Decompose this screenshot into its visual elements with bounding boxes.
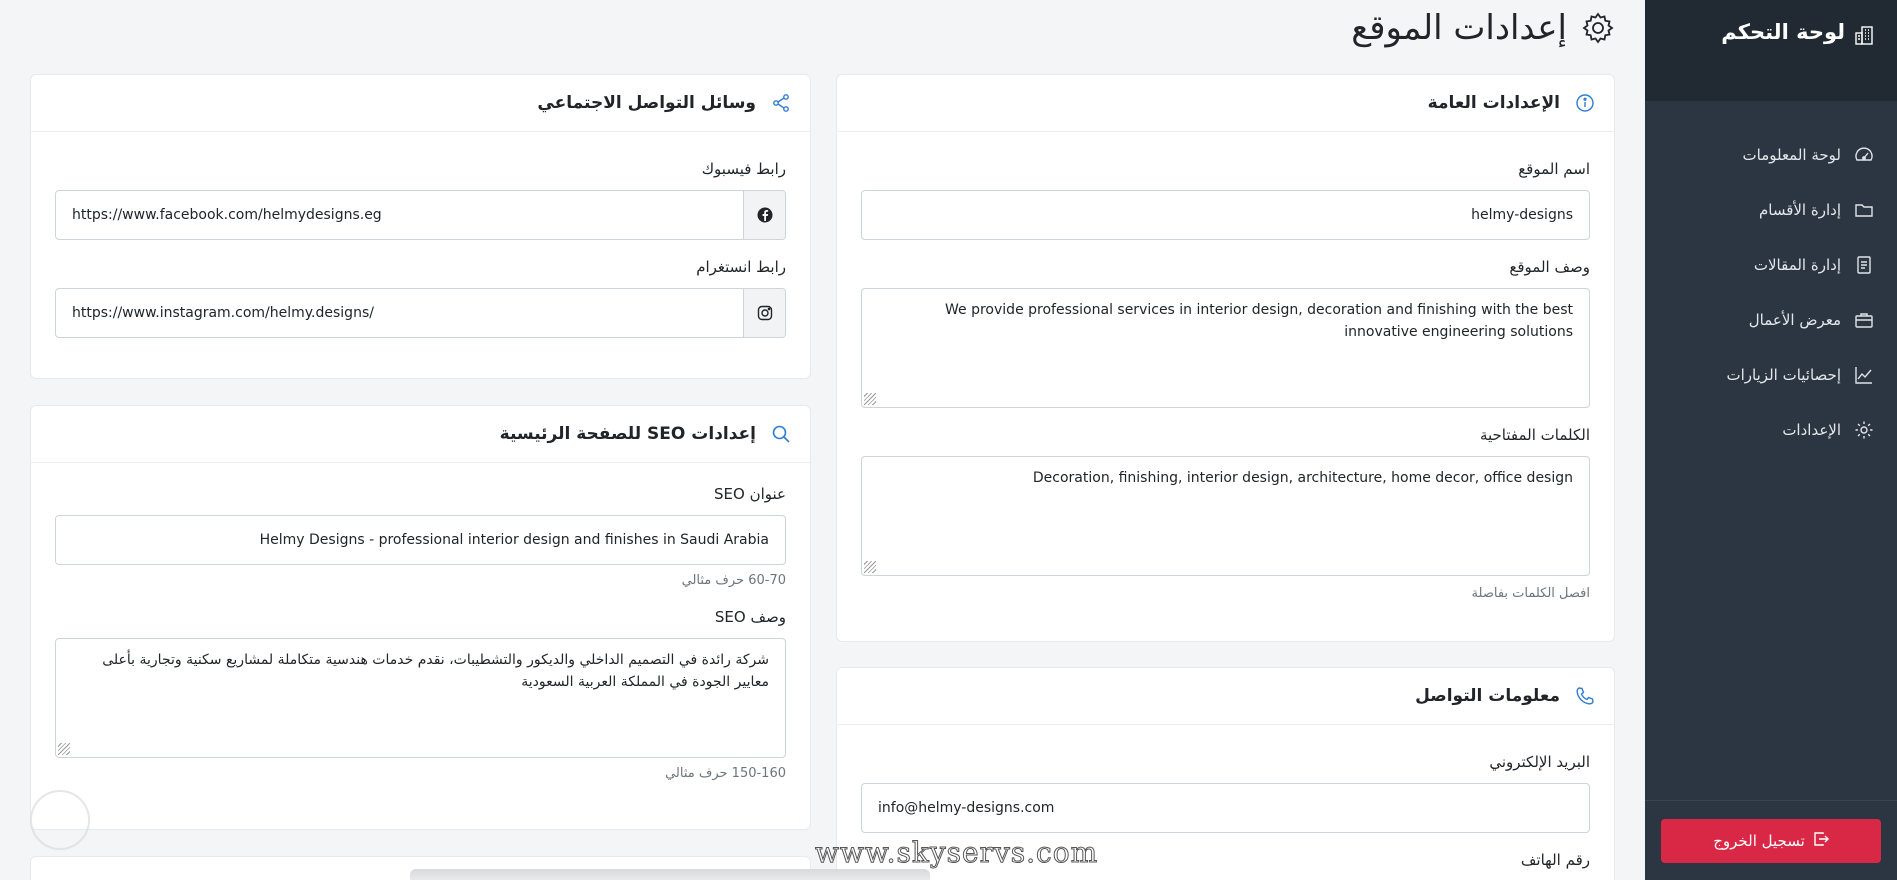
- horizontal-scrollbar[interactable]: [410, 869, 930, 880]
- speedometer-icon: [1853, 144, 1875, 166]
- phone-label: رقم الهاتف: [1520, 851, 1590, 869]
- keywords-hint: افصل الكلمات بفاصلة: [1471, 586, 1590, 601]
- seo-description-textarea[interactable]: شركة رائدة في التصميم الداخلي والديكور و…: [55, 638, 786, 758]
- search-icon: [770, 423, 792, 445]
- card-header: الإعدادات العامة: [837, 75, 1614, 132]
- card-header: إعدادات SEO للصفحة الرئيسية: [31, 406, 810, 463]
- keywords-textarea[interactable]: Decoration, finishing, interior design, …: [861, 456, 1590, 576]
- instagram-icon: [743, 289, 785, 337]
- sidebar-item-settings[interactable]: الإعدادات: [1645, 402, 1897, 457]
- instagram-input-group: https://www.instagram.com/helmy.designs/: [55, 288, 786, 338]
- resize-handle[interactable]: [58, 743, 70, 755]
- card-title: وسائل التواصل الاجتماعي: [537, 93, 756, 113]
- briefcase-icon: [1853, 309, 1875, 331]
- site-description-textarea[interactable]: We provide professional services in inte…: [861, 288, 1590, 408]
- seo-description-hint: 150-160 حرف مثالي: [665, 766, 786, 781]
- email-label: البريد الإلكتروني: [1489, 753, 1590, 771]
- sidebar: لوحة التحكم لوحة المعلومات إدارة الأقسام…: [1645, 0, 1897, 880]
- document-icon: [1853, 254, 1875, 276]
- card-title: إعدادات SEO للصفحة الرئيسية: [499, 424, 756, 444]
- sidebar-item-label: إدارة الأقسام: [1758, 200, 1841, 219]
- card-title: معلومات التواصل: [1415, 686, 1560, 706]
- gear-icon: [1581, 11, 1615, 45]
- sidebar-brand[interactable]: لوحة التحكم: [1645, 0, 1897, 101]
- sidebar-item-categories[interactable]: إدارة الأقسام: [1645, 182, 1897, 237]
- facebook-label: رابط فيسبوك: [701, 160, 786, 178]
- building-icon: [1853, 24, 1875, 46]
- card-header: معلومات التواصل: [837, 668, 1614, 725]
- sidebar-nav: لوحة المعلومات إدارة الأقسام إدارة المقا…: [1645, 101, 1897, 457]
- watermark-seal: [30, 790, 90, 850]
- site-name-label: اسم الموقع: [1518, 160, 1590, 178]
- card-title: الإعدادات العامة: [1427, 93, 1560, 113]
- site-description-label: وصف الموقع: [1509, 258, 1590, 276]
- sidebar-item-dashboard[interactable]: لوحة المعلومات: [1645, 127, 1897, 182]
- resize-handle[interactable]: [864, 561, 876, 573]
- page-title: إعدادات الموقع: [1351, 8, 1567, 48]
- watermark-text: www.skyservs.com: [814, 836, 1099, 870]
- seo-description-label: وصف SEO: [714, 608, 786, 626]
- folder-icon: [1853, 199, 1875, 221]
- sidebar-item-portfolio[interactable]: معرض الأعمال: [1645, 292, 1897, 347]
- brand-title: لوحة التحكم: [1721, 20, 1845, 44]
- sidebar-item-label: الإعدادات: [1782, 420, 1841, 439]
- sidebar-item-statistics[interactable]: إحصائيات الزيارات: [1645, 347, 1897, 402]
- resize-handle[interactable]: [864, 393, 876, 405]
- card-header: وسائل التواصل الاجتماعي: [31, 75, 810, 132]
- info-icon: [1574, 92, 1596, 114]
- keywords-text: Decoration, finishing, interior design, …: [1032, 470, 1573, 486]
- seo-title-input[interactable]: Helmy Designs - professional interior de…: [55, 515, 786, 565]
- logout-button[interactable]: تسجيل الخروج: [1661, 818, 1881, 863]
- seo-settings-card: إعدادات SEO للصفحة الرئيسية عنوان SEO He…: [30, 405, 811, 830]
- facebook-input-group: https://www.facebook.com/helmydesigns.eg: [55, 190, 786, 240]
- site-name-input[interactable]: helmy-designs: [861, 190, 1590, 240]
- logout-area: تسجيل الخروج: [1645, 800, 1897, 880]
- seo-title-hint: 60-70 حرف مثالي: [681, 573, 786, 588]
- site-description-text: We provide professional services in inte…: [945, 302, 1573, 340]
- instagram-label: رابط انستغرام: [696, 258, 786, 276]
- gear-icon: [1853, 419, 1875, 441]
- seo-title-label: عنوان SEO: [714, 485, 786, 503]
- seo-description-text: شركة رائدة في التصميم الداخلي والديكور و…: [102, 652, 769, 690]
- sidebar-item-label: لوحة المعلومات: [1742, 145, 1842, 164]
- logout-icon: [1813, 831, 1829, 851]
- facebook-icon: [743, 191, 785, 239]
- card-body: رابط فيسبوك https://www.facebook.com/hel…: [31, 132, 810, 378]
- instagram-url-input[interactable]: https://www.instagram.com/helmy.designs/: [56, 289, 743, 337]
- graph-up-icon: [1853, 364, 1875, 386]
- card-body: عنوان SEO Helmy Designs - professional i…: [31, 463, 810, 829]
- page-header: إعدادات الموقع: [1351, 8, 1615, 48]
- facebook-url-input[interactable]: https://www.facebook.com/helmydesigns.eg: [56, 191, 743, 239]
- general-settings-card: الإعدادات العامة اسم الموقع helmy-design…: [836, 74, 1615, 642]
- email-field[interactable]: info@helmy-designs.com: [861, 783, 1590, 833]
- share-icon: [770, 92, 792, 114]
- card-body: اسم الموقع helmy-designs وصف الموقع We p…: [837, 132, 1614, 641]
- sidebar-item-articles[interactable]: إدارة المقالات: [1645, 237, 1897, 292]
- logout-label: تسجيل الخروج: [1713, 831, 1805, 850]
- sidebar-item-label: إدارة المقالات: [1753, 255, 1841, 274]
- sidebar-item-label: معرض الأعمال: [1748, 310, 1841, 329]
- phone-icon: [1574, 685, 1596, 707]
- social-media-card: وسائل التواصل الاجتماعي رابط فيسبوك http…: [30, 74, 811, 379]
- keywords-label: الكلمات المفتاحية: [1479, 426, 1590, 444]
- sidebar-item-label: إحصائيات الزيارات: [1726, 365, 1841, 384]
